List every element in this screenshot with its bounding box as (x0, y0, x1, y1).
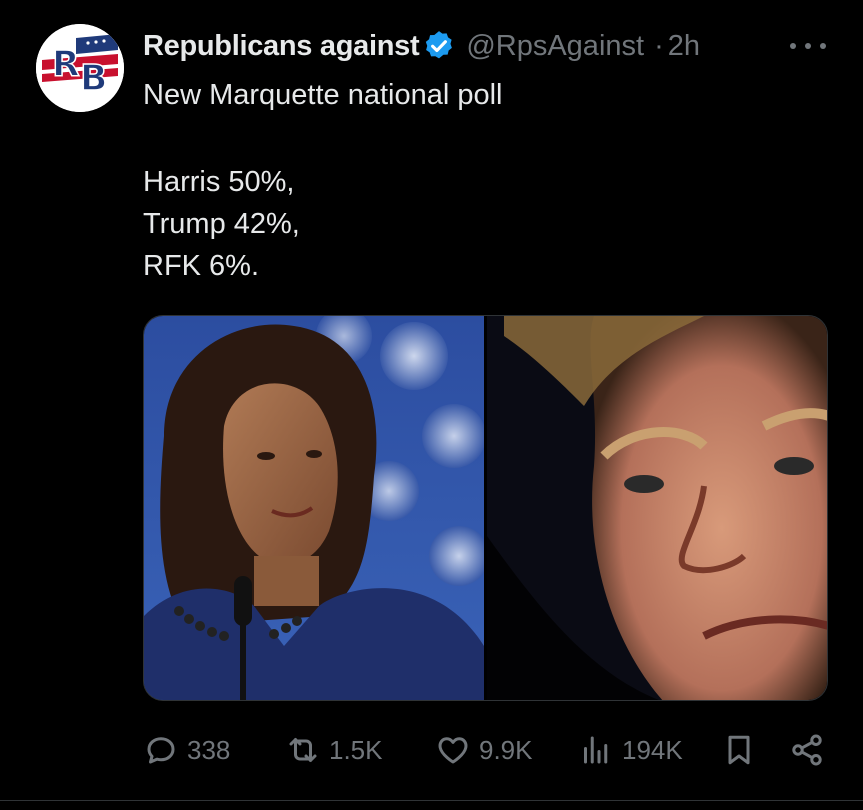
bookmark-icon (728, 735, 750, 765)
avatar[interactable]: R B (36, 24, 124, 112)
svg-text:B: B (80, 58, 107, 99)
divider (0, 800, 863, 801)
more-icon[interactable] (790, 36, 826, 56)
action-bar: 338 1.5K 9.9K 194K (143, 726, 833, 774)
post-text-line: Trump 42%, (143, 208, 300, 240)
verified-badge-icon[interactable] (422, 29, 456, 63)
reply-button[interactable]: 338 (143, 726, 230, 774)
share-icon (792, 734, 822, 766)
repost-button[interactable]: 1.5K (285, 726, 383, 774)
views-count: 194K (622, 734, 683, 765)
post-text-line: Harris 50%, (143, 166, 295, 198)
repost-count: 1.5K (329, 734, 383, 765)
timestamp[interactable]: 2h (668, 30, 700, 63)
reply-icon (147, 737, 175, 764)
tweet[interactable]: R B Republicans against @RpsAgainst · 2h… (0, 0, 863, 810)
post-media[interactable] (143, 315, 828, 701)
tweet-header: Republicans against @RpsAgainst · 2h (143, 24, 843, 68)
like-button[interactable]: 9.9K (435, 726, 533, 774)
media-image (144, 316, 827, 700)
views-icon (584, 736, 608, 764)
more-dot (790, 43, 796, 49)
repost-icon (289, 738, 317, 762)
more-dot (805, 43, 811, 49)
svg-text:R: R (52, 44, 80, 85)
share-button[interactable] (789, 726, 825, 774)
avatar-logo: R B (36, 24, 124, 112)
separator: · (654, 29, 664, 62)
like-icon (438, 737, 468, 764)
bookmark-button[interactable] (721, 726, 757, 774)
reply-count: 338 (187, 734, 231, 765)
post-text-line: RFK 6%. (143, 250, 260, 282)
post-text-line: New Marquette national poll (143, 79, 503, 111)
display-name[interactable]: Republicans against (143, 30, 420, 63)
like-count: 9.9K (479, 734, 533, 765)
left-photo-panel (144, 316, 489, 700)
right-photo-panel (487, 316, 827, 700)
views-button[interactable]: 194K (578, 726, 683, 774)
more-dot (820, 43, 826, 49)
handle[interactable]: @RpsAgainst (466, 30, 644, 63)
